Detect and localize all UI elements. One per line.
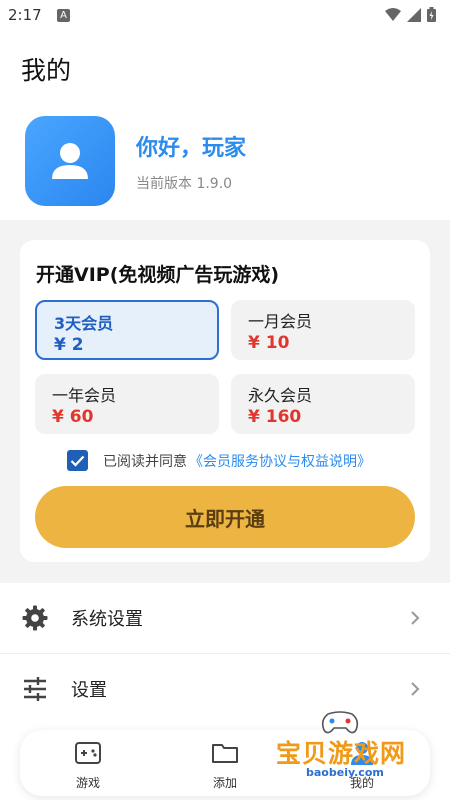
page-title: 我的 (21, 56, 72, 85)
check-icon (70, 455, 85, 467)
plan-lifetime[interactable]: 永久会员 ¥ 160 (231, 374, 415, 434)
agreement-text: 已阅读并同意 (103, 453, 187, 470)
agreement-checkbox[interactable] (67, 450, 88, 471)
nav-item-games[interactable]: 游戏 (58, 740, 118, 791)
settings-item-label: 系统设置 (71, 609, 143, 630)
wifi-icon (385, 7, 401, 21)
open-vip-button[interactable]: 立即开通 (35, 486, 415, 548)
agreement-link[interactable]: 《会员服务协议与权益说明》 (189, 451, 371, 471)
notification-a-icon: A (57, 9, 70, 22)
greeting-text: 你好，玩家 (136, 136, 247, 161)
game-controller-logo (321, 711, 359, 734)
plan-name: 3天会员 (54, 314, 114, 333)
signal-icon (407, 7, 421, 22)
version-text: 当前版本 1.9.0 (136, 176, 233, 192)
user-icon (52, 143, 88, 179)
battery-icon (427, 7, 436, 22)
agreement-row: 已阅读并同意 《会员服务协议与权益说明》 (67, 450, 371, 471)
chevron-right-icon (411, 611, 420, 625)
plan-price: ¥ 10 (248, 333, 290, 353)
watermark: 宝贝游戏网 baobeiy.com (272, 708, 422, 790)
plan-name: 一月会员 (248, 312, 313, 331)
plan-price: ¥ 60 (52, 407, 94, 427)
folder-icon (212, 744, 238, 763)
plan-name: 一年会员 (52, 386, 117, 405)
nav-item-add[interactable]: 添加 (195, 740, 255, 791)
nav-label: 添加 (212, 776, 237, 790)
plan-1-month[interactable]: 一月会员 ¥ 10 (231, 300, 415, 360)
plan-3-days[interactable]: 3天会员 ¥ 2 (35, 300, 219, 360)
vip-title: 开通VIP(免视频广告玩游戏) (36, 264, 280, 286)
status-bar: 2:17 A (0, 0, 450, 32)
nav-label: 游戏 (75, 776, 100, 790)
sliders-icon (24, 677, 46, 701)
status-time: 2:17 (8, 6, 42, 24)
watermark-subtext: baobeiy.com (306, 766, 384, 779)
gear-icon (22, 605, 48, 631)
plan-price: ¥ 2 (54, 335, 84, 355)
gamepad-icon (75, 742, 101, 764)
status-icons (385, 7, 436, 22)
settings-item-label: 设置 (71, 680, 107, 701)
plan-price: ¥ 160 (248, 407, 302, 427)
plan-name: 永久会员 (248, 386, 313, 405)
avatar[interactable] (25, 116, 115, 206)
chevron-right-icon (411, 682, 420, 696)
profile-section: 我的 你好，玩家 当前版本 1.9.0 (0, 32, 450, 220)
vip-card: 开通VIP(免视频广告玩游戏) 3天会员 ¥ 2 一月会员 ¥ 10 一年会员 … (20, 240, 430, 562)
plan-1-year[interactable]: 一年会员 ¥ 60 (35, 374, 219, 434)
settings-item-system[interactable]: 系统设置 (0, 583, 450, 654)
watermark-text: 宝贝游戏网 (276, 739, 407, 768)
